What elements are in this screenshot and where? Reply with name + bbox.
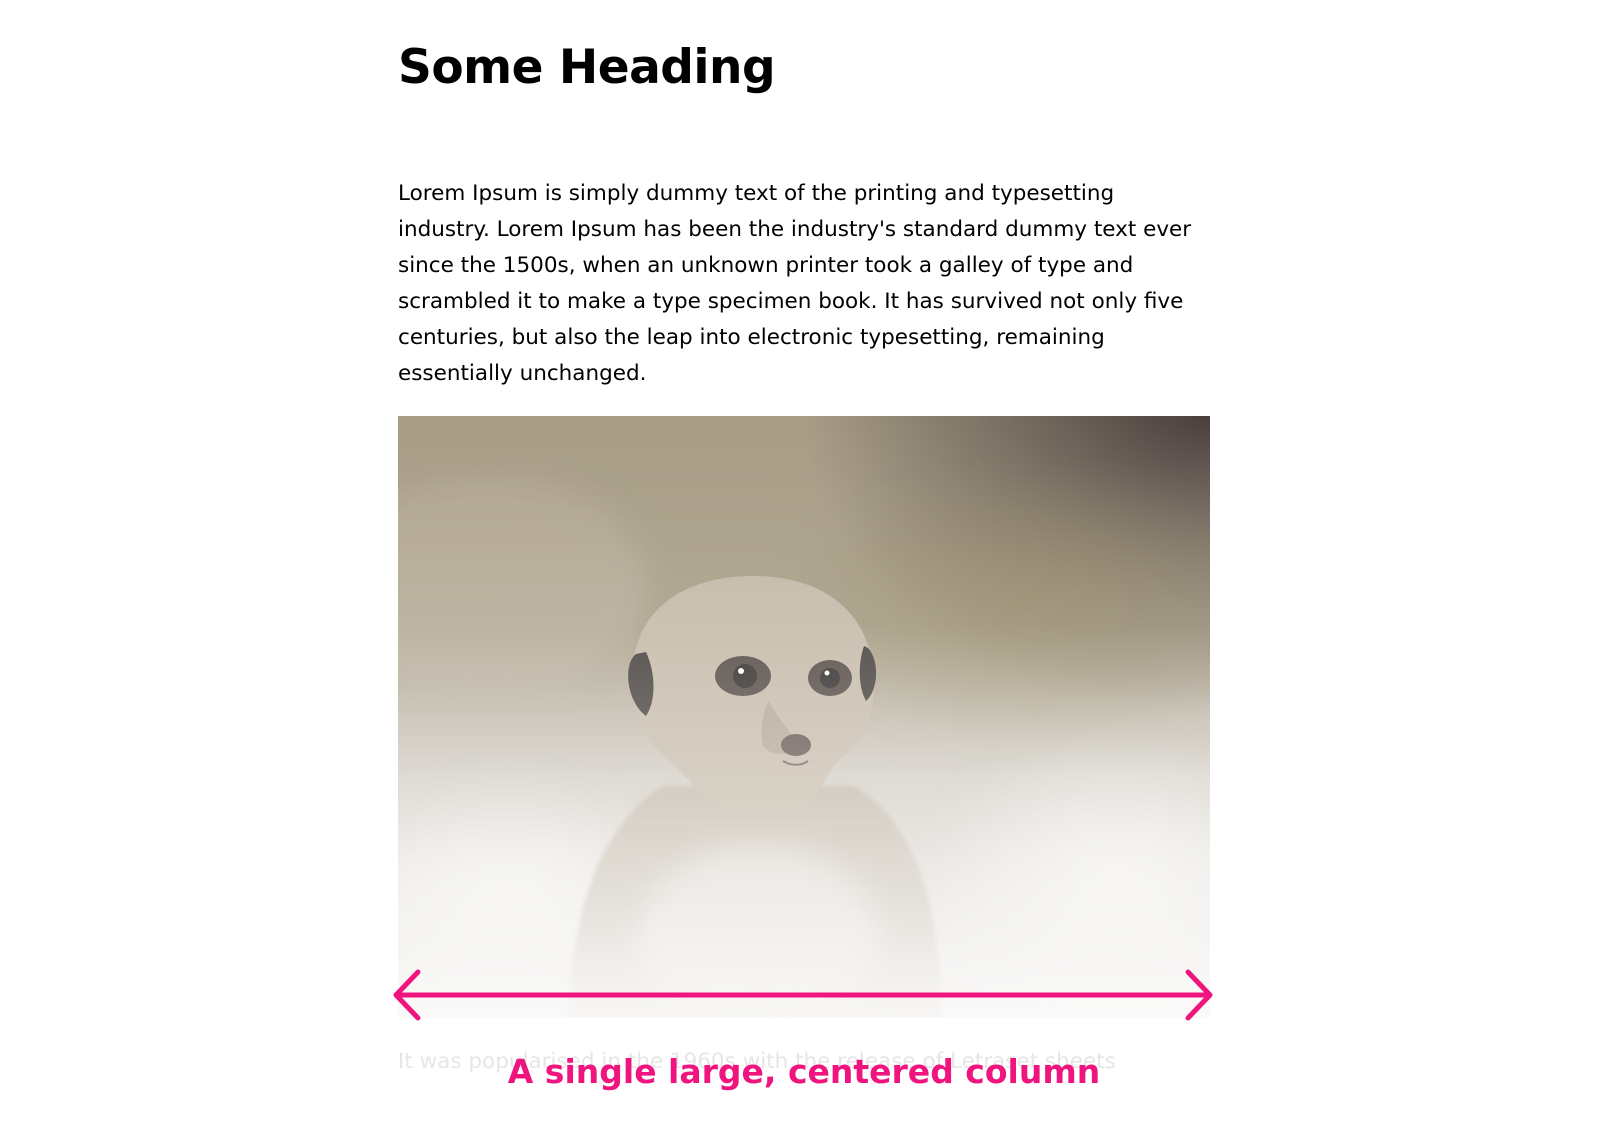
width-arrow-icon [393,969,1213,1021]
annotation-caption: A single large, centered column [507,1052,1101,1091]
body-paragraph: Lorem Ipsum is simply dummy text of the … [398,181,1192,386]
meerkat-image [398,416,1210,1018]
page-heading: Some Heading [398,40,776,95]
